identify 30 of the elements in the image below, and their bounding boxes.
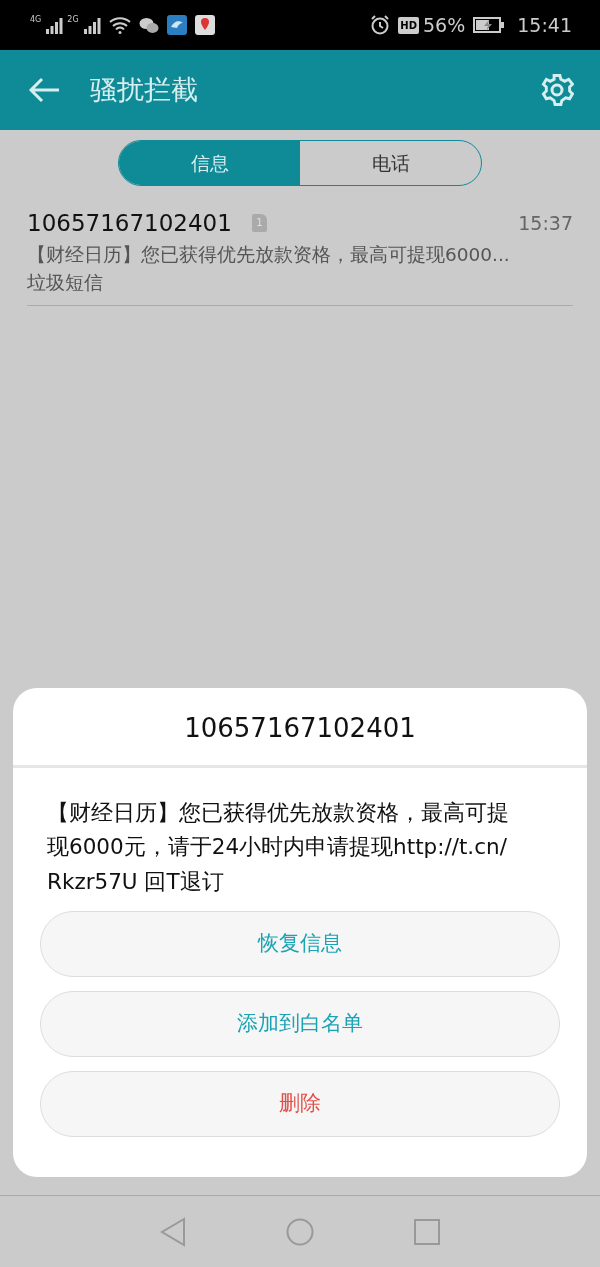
clock: 15:41: [517, 12, 572, 38]
battery-charging-icon: [473, 17, 506, 33]
chat-icon: [138, 16, 159, 34]
recents-nav-icon[interactable]: [414, 1218, 440, 1245]
message-time: 15:37: [518, 211, 573, 236]
page-title: 骚扰拦截: [90, 72, 198, 107]
dialog-button[interactable]: 恢复信息: [40, 911, 560, 978]
tab[interactable]: 电话: [300, 141, 481, 185]
back-icon[interactable]: [28, 77, 60, 103]
signal-icon: [45, 16, 64, 34]
dialog-message: 【财经日历】您已获得优先放款资格，最高可提现6000元，请于24小时内申请提现http://t.cn/Rkzr57U 回T退订: [47, 799, 510, 896]
message-preview: 【财经日历】您已获得优先放款资格，最高可提现6000...: [27, 242, 511, 267]
map-pin-icon: [194, 15, 215, 35]
settings-icon[interactable]: [540, 73, 574, 107]
network-label: 4G: [30, 14, 42, 26]
message-category: 垃圾短信: [27, 270, 104, 296]
dialog-button[interactable]: 删除: [40, 1071, 560, 1138]
app-icon: [166, 15, 187, 35]
back-nav-icon[interactable]: [160, 1216, 186, 1247]
signal-icon: [82, 16, 101, 34]
alarm-icon: [370, 15, 391, 35]
network-label: 2G: [67, 14, 79, 26]
tab[interactable]: 信息: [119, 141, 300, 185]
dialog-button[interactable]: 添加到白名单: [40, 991, 560, 1058]
sender-number: 10657167102401: [27, 209, 232, 238]
wifi-icon: [108, 16, 131, 34]
dialog-title: 10657167102401: [13, 688, 587, 768]
battery-percent: 56%: [423, 12, 466, 38]
home-nav-icon[interactable]: [286, 1217, 314, 1246]
hd-badge: HD: [398, 16, 419, 34]
